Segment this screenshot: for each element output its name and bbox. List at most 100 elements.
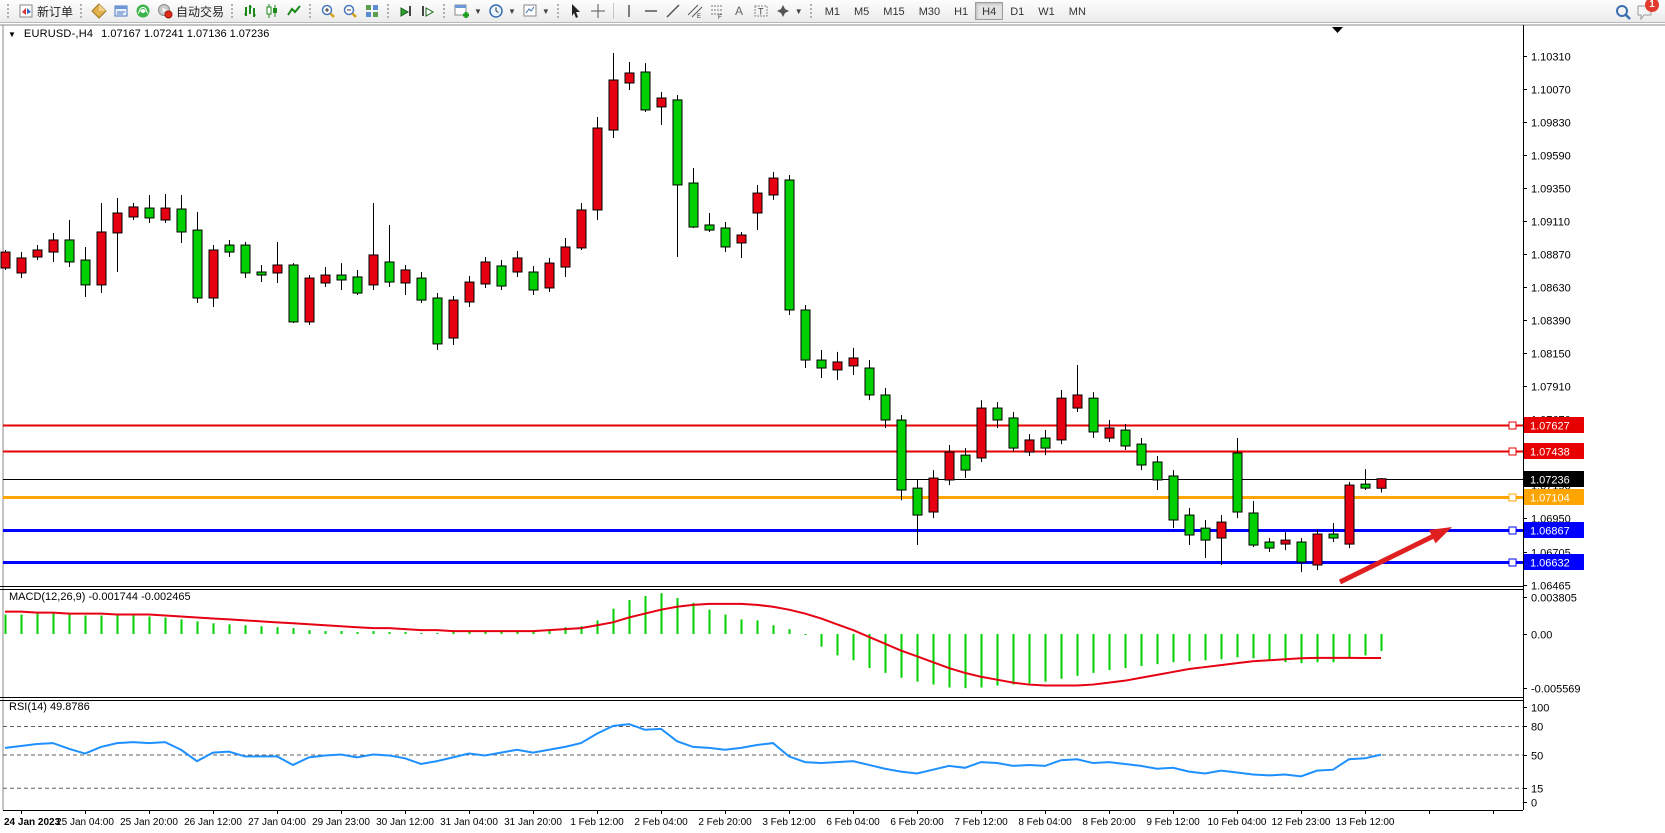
axis-tick-label: 1.06465	[1531, 581, 1571, 593]
time-axis-label: 31 Jan 20:00	[504, 817, 562, 828]
candle-body	[177, 209, 186, 232]
candle-body	[881, 395, 890, 420]
hline-handle[interactable]	[1509, 422, 1516, 429]
time-axis-label: 3 Feb 12:00	[762, 817, 816, 828]
candle-body	[641, 72, 650, 110]
candle-body	[337, 275, 346, 280]
price-label-box: 1.07104	[1524, 489, 1584, 505]
candle-body	[1009, 418, 1018, 448]
candle-body	[737, 235, 746, 243]
candle-body	[593, 128, 602, 210]
candle-body	[1265, 542, 1274, 548]
candle-body	[1105, 428, 1114, 438]
time-axis-label: 29 Jan 23:00	[312, 817, 370, 828]
candle-body	[897, 420, 906, 490]
candle-body	[977, 408, 986, 458]
price-label-box: 1.06867	[1524, 522, 1584, 538]
time-axis-label: 2 Feb 04:00	[634, 817, 688, 828]
candle-body	[129, 207, 138, 217]
price-label-box: 1.07438	[1524, 443, 1584, 459]
axis-tick-label: 1.07910	[1531, 382, 1571, 394]
axis-tick-label: 1.10310	[1531, 52, 1571, 64]
axis-tick-label: -0.005569	[1531, 684, 1581, 696]
axis-tick-label: 0.003805	[1531, 593, 1577, 605]
candle-body	[81, 260, 90, 285]
candle-body	[1169, 476, 1178, 520]
candle-body	[449, 300, 458, 338]
axis-tick-label: 1.08150	[1531, 349, 1571, 361]
candle-body	[49, 240, 58, 252]
svg-text:1.07236: 1.07236	[1530, 475, 1570, 487]
candle-body	[561, 247, 570, 267]
candle-body	[305, 278, 314, 322]
hline-handle[interactable]	[1509, 527, 1516, 534]
hline-handle[interactable]	[1509, 494, 1516, 501]
candle-body	[193, 230, 202, 298]
candle-body	[1361, 484, 1370, 488]
axis-tick-label: 15	[1531, 784, 1543, 796]
candle-body	[689, 183, 698, 227]
rsi-indicator-label: RSI(14) 49.8786	[9, 701, 90, 713]
candle-body	[497, 266, 506, 286]
candle-body	[1201, 528, 1210, 540]
axis-tick-label: 80	[1531, 722, 1543, 734]
time-axis-label: 31 Jan 04:00	[440, 817, 498, 828]
collapse-triangle-icon: ▼	[8, 30, 16, 39]
candle-body	[209, 250, 218, 298]
candle-body	[1153, 462, 1162, 480]
svg-text:1.07104: 1.07104	[1530, 493, 1570, 505]
hline-handle[interactable]	[1509, 448, 1516, 455]
time-axis-label: 2 Feb 20:00	[698, 817, 752, 828]
candle-body	[961, 455, 970, 470]
candle-body	[417, 278, 426, 300]
axis-tick-label: 1.08390	[1531, 316, 1571, 328]
chart-header: ▼ EURUSD-,H4 1.07167 1.07241 1.07136 1.0…	[8, 28, 269, 40]
candle-body	[1, 252, 10, 268]
candle-body	[1057, 398, 1066, 440]
time-axis-label: 27 Jan 04:00	[248, 817, 306, 828]
chart-ohlc: 1.07167 1.07241 1.07136 1.07236	[101, 28, 269, 40]
candle-body	[1217, 522, 1226, 538]
candle-body	[1041, 438, 1050, 448]
candle-body	[433, 298, 442, 344]
candle-body	[1089, 398, 1098, 432]
candle-body	[33, 250, 42, 257]
axis-tick-label: 100	[1531, 703, 1549, 715]
candle-body	[369, 255, 378, 285]
time-axis-label: 6 Feb 04:00	[826, 817, 880, 828]
axis-tick-label: 1.09110	[1531, 217, 1570, 229]
time-axis-label: 12 Feb 23:00	[1272, 817, 1331, 828]
price-label-box: 1.07236	[1524, 471, 1584, 487]
hline-handle[interactable]	[1509, 559, 1516, 566]
price-label-box: 1.07627	[1524, 417, 1584, 433]
candle-body	[1137, 444, 1146, 465]
candle-body	[833, 362, 842, 370]
candle-body	[1025, 440, 1034, 452]
price-label-box: 1.06632	[1524, 554, 1584, 570]
candle-body	[577, 210, 586, 248]
time-axis-label: 30 Jan 12:00	[376, 817, 434, 828]
candle-body	[673, 100, 682, 185]
time-axis-label: 25 Jan 04:00	[56, 817, 114, 828]
svg-text:1.06867: 1.06867	[1530, 526, 1570, 538]
candle-body	[65, 240, 74, 262]
candle-body	[625, 73, 634, 83]
svg-text:1.06632: 1.06632	[1530, 558, 1570, 570]
candle-body	[385, 262, 394, 282]
candle-body	[913, 488, 922, 515]
candle-body	[529, 272, 538, 290]
candle-body	[753, 193, 762, 213]
axis-tick-label: 0	[1531, 798, 1537, 810]
candle-body	[993, 408, 1002, 420]
candle-body	[817, 360, 826, 368]
candle-body	[1313, 534, 1322, 565]
candle-body	[465, 282, 474, 302]
axis-tick-label: 1.09350	[1531, 184, 1571, 196]
rsi-value: 49.8786	[50, 701, 90, 713]
svg-text:1.07438: 1.07438	[1530, 447, 1570, 459]
chart-canvas[interactable]: 1.103101.100701.098301.095901.093501.091…	[0, 0, 1665, 833]
time-axis-label: 6 Feb 20:00	[890, 817, 944, 828]
candle-body	[801, 310, 810, 360]
candle-body	[289, 265, 298, 322]
candle-body	[353, 277, 362, 293]
